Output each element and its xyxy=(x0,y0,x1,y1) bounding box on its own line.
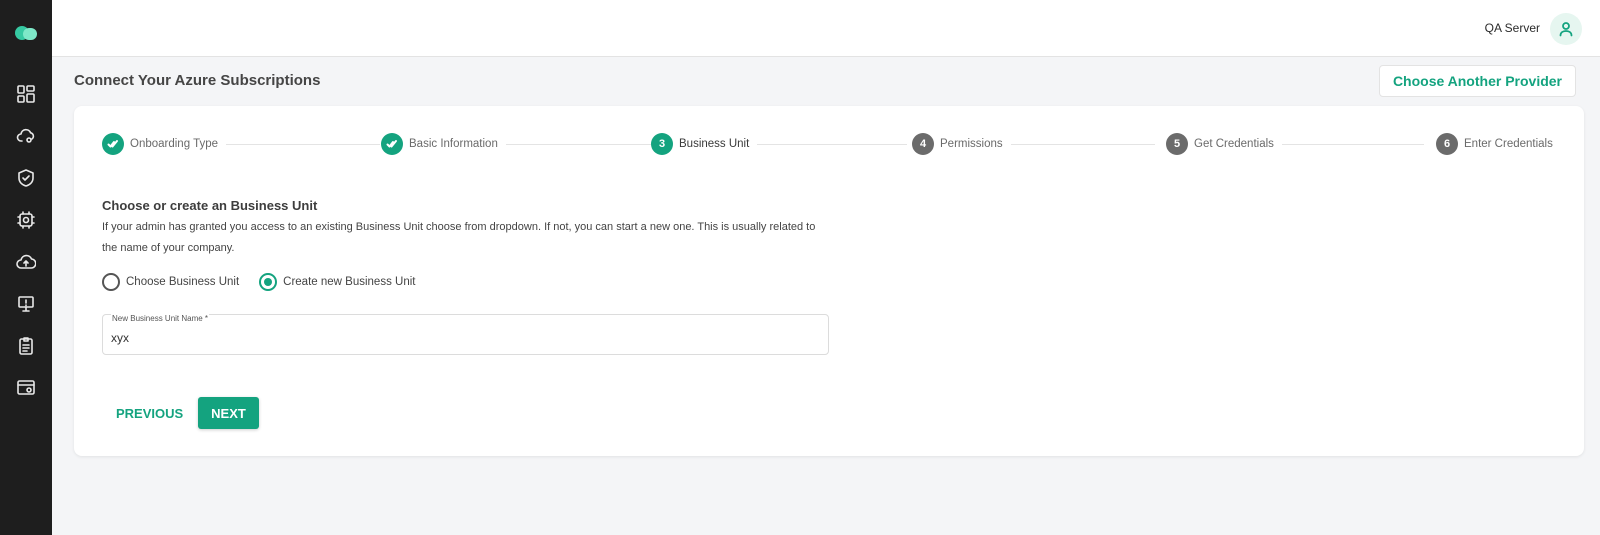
radio-choose-business-unit[interactable]: Choose Business Unit xyxy=(102,273,239,291)
stepper: Onboarding Type Basic Information 3 Busi… xyxy=(102,133,1562,155)
step-number: 4 xyxy=(912,133,934,155)
choose-another-provider-button[interactable]: Choose Another Provider xyxy=(1378,65,1576,97)
dashboard-icon[interactable] xyxy=(10,78,42,110)
step-connector xyxy=(1260,144,1424,145)
section-description: If your admin has granted you access to … xyxy=(102,221,816,254)
user-icon xyxy=(1559,22,1573,37)
radio-create-new-business-unit[interactable]: Create new Business Unit xyxy=(259,273,415,291)
step-basic-information[interactable]: Basic Information xyxy=(381,133,506,155)
step-connector xyxy=(997,144,1155,145)
user-name: QA Server xyxy=(1484,21,1540,35)
previous-button[interactable]: PREVIOUS xyxy=(102,397,197,429)
radio-unchecked-icon[interactable] xyxy=(102,273,120,291)
step-number: 6 xyxy=(1436,133,1458,155)
step-business-unit[interactable]: 3 Business Unit xyxy=(651,133,758,155)
monitor-alert-icon[interactable] xyxy=(10,288,42,320)
business-unit-options: Choose Business Unit Create new Business… xyxy=(102,273,435,291)
field-label: New Business Unit Name * xyxy=(111,314,210,323)
business-unit-name-field: New Business Unit Name * xyxy=(102,314,829,355)
shield-check-icon[interactable] xyxy=(10,162,42,194)
step-permissions[interactable]: 4 Permissions xyxy=(912,133,1011,155)
top-bar: QA Server xyxy=(52,0,1600,57)
page-title: Connect Your Azure Subscriptions xyxy=(74,72,321,89)
step-connector xyxy=(214,144,380,145)
onboarding-card: Onboarding Type Basic Information 3 Busi… xyxy=(74,106,1584,456)
clipboard-list-icon[interactable] xyxy=(10,330,42,362)
step-number: 3 xyxy=(651,133,673,155)
step-connector xyxy=(494,144,651,145)
sidebar xyxy=(0,0,52,535)
business-unit-name-input[interactable] xyxy=(111,331,811,345)
app-logo[interactable] xyxy=(14,22,38,42)
cpu-chip-icon[interactable] xyxy=(10,204,42,236)
check-icon xyxy=(381,133,403,155)
cloud-upload-icon[interactable] xyxy=(10,246,42,278)
radio-checked-icon[interactable] xyxy=(259,273,278,291)
step-enter-credentials[interactable]: 6 Enter Credentials xyxy=(1436,133,1561,155)
browser-settings-icon[interactable] xyxy=(10,372,42,404)
next-button[interactable]: NEXT xyxy=(198,397,259,429)
step-get-credentials[interactable]: 5 Get Credentials xyxy=(1166,133,1282,155)
cloud-settings-icon[interactable] xyxy=(10,120,42,152)
section-title: Choose or create an Business Unit xyxy=(102,198,318,213)
step-number: 5 xyxy=(1166,133,1188,155)
step-connector xyxy=(747,144,907,145)
user-avatar[interactable] xyxy=(1550,13,1582,45)
step-onboarding-type[interactable]: Onboarding Type xyxy=(102,133,227,155)
check-icon xyxy=(102,133,124,155)
sidebar-nav xyxy=(10,78,42,414)
